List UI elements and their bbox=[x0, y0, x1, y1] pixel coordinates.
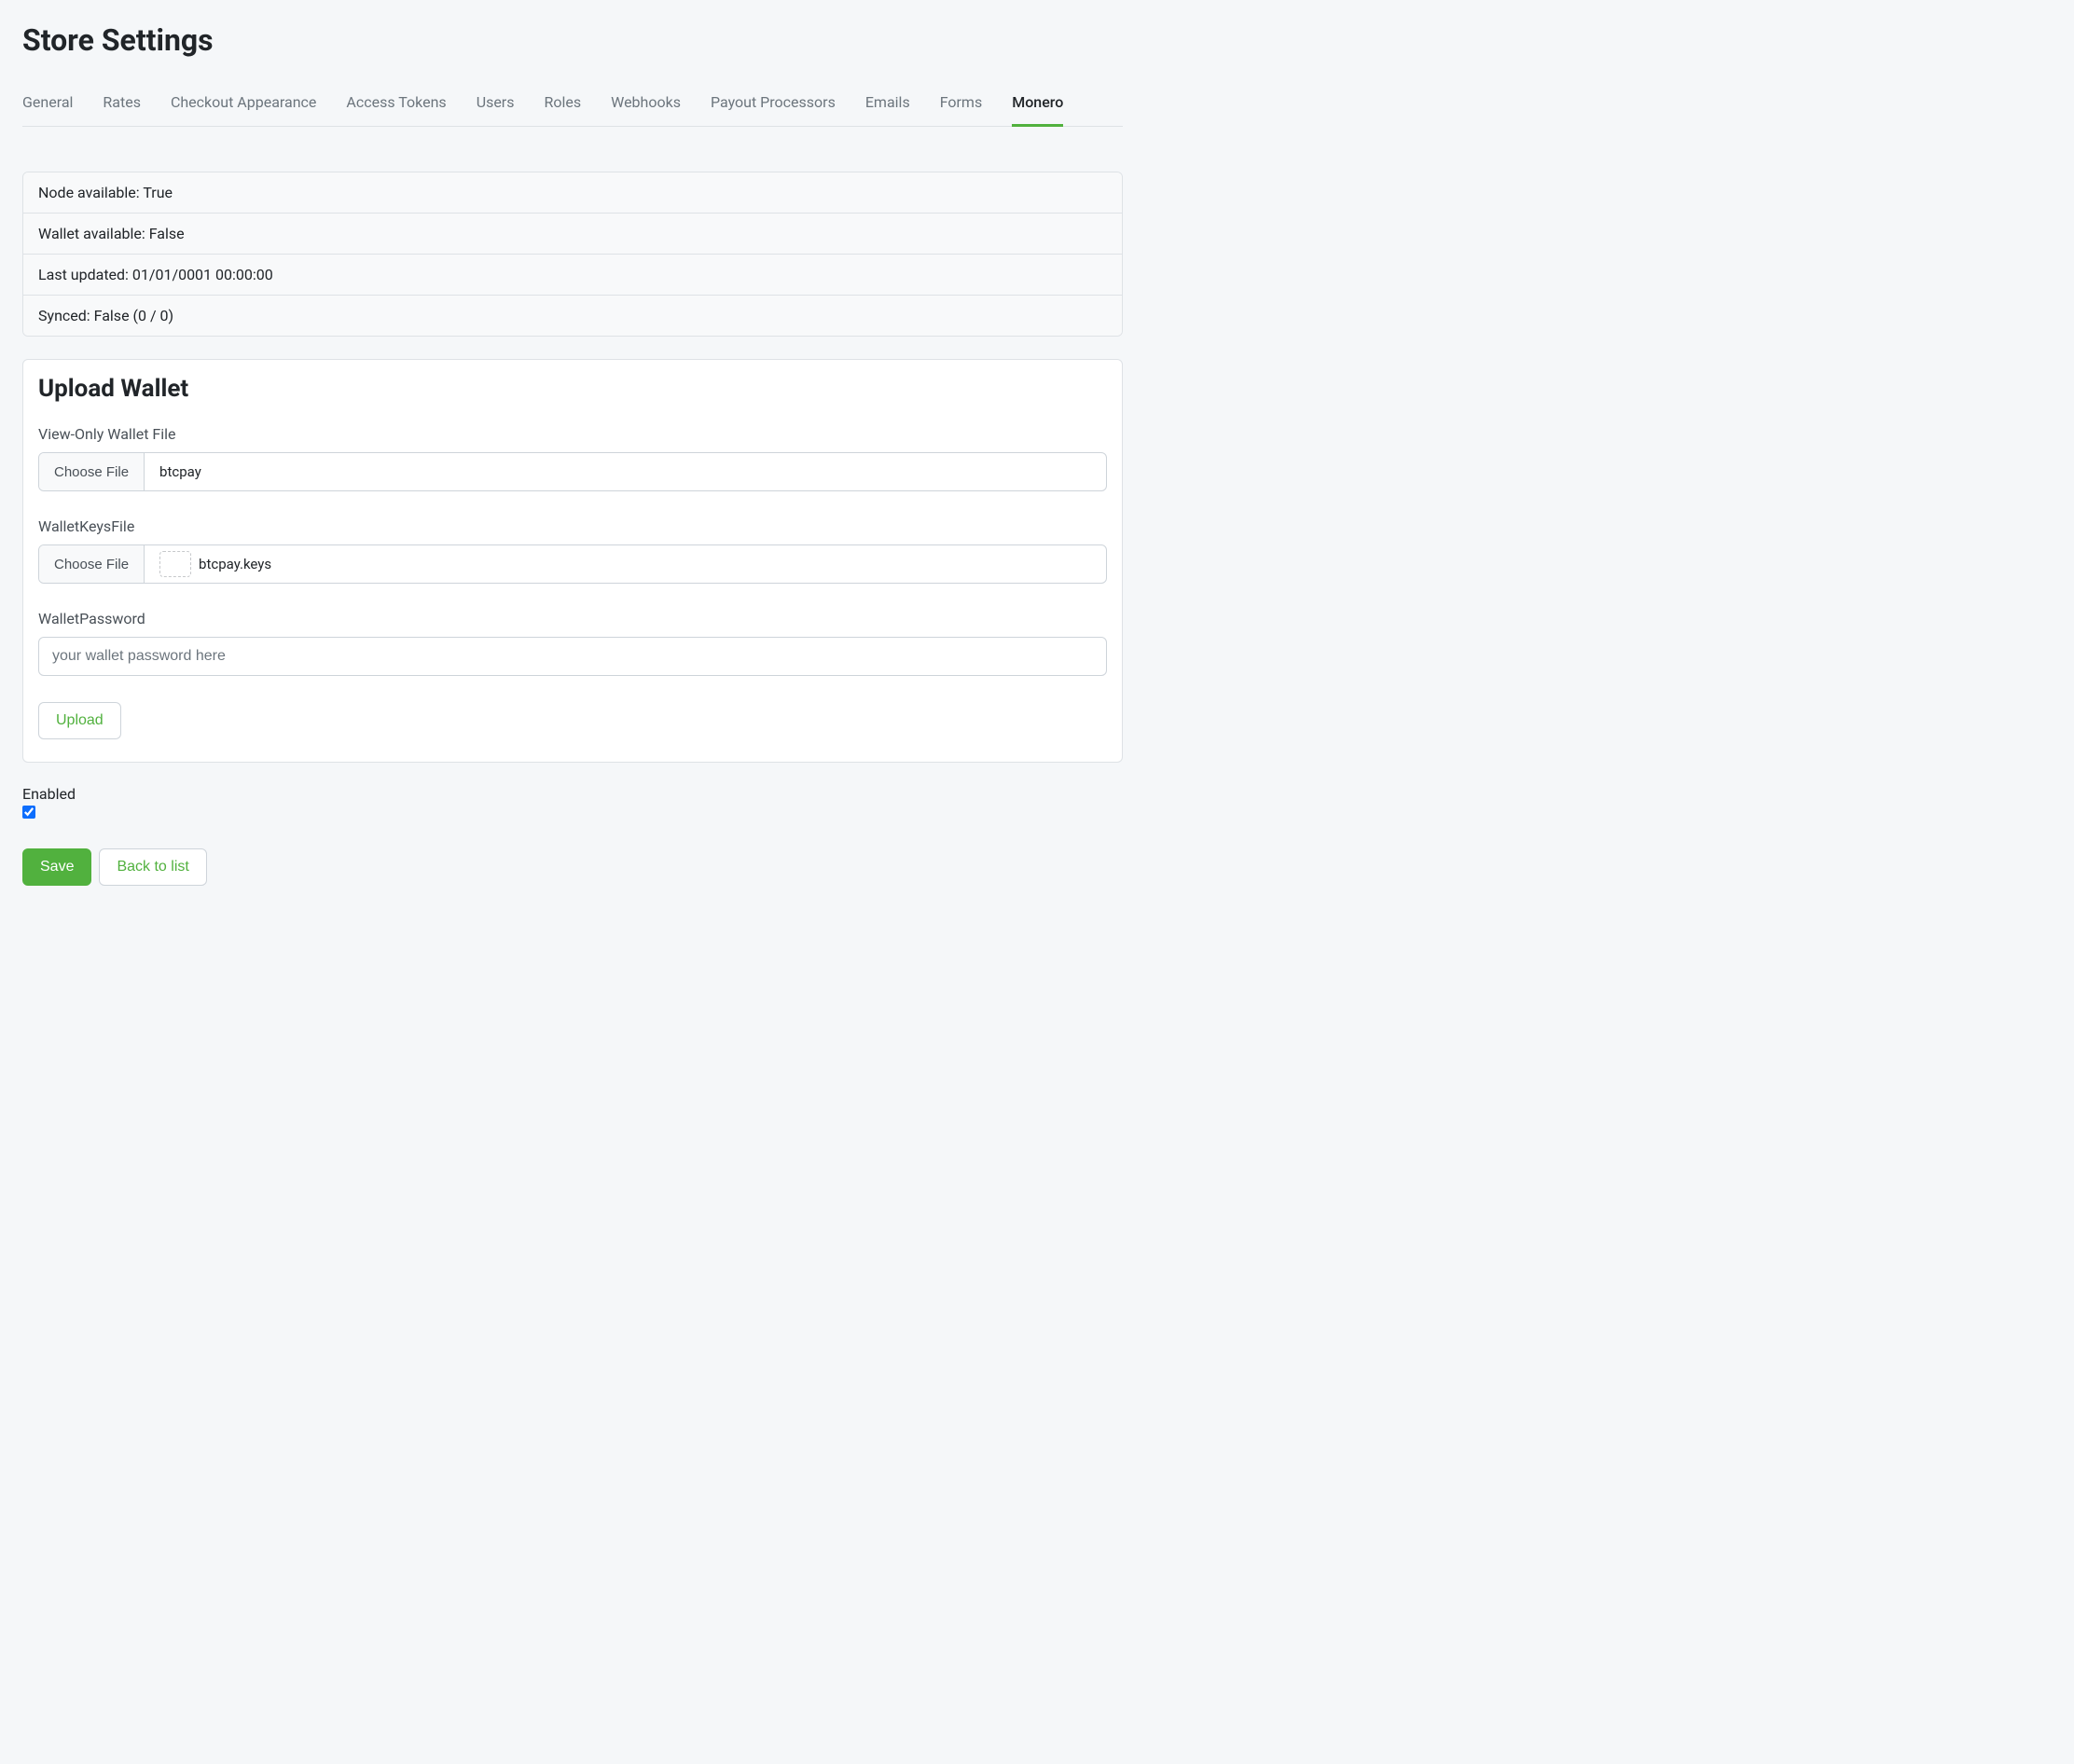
choose-file-button-keys[interactable]: Choose File bbox=[39, 545, 145, 583]
tab-rates[interactable]: Rates bbox=[103, 84, 141, 127]
file-name-text: btcpay.keys bbox=[199, 556, 271, 572]
file-name-text: btcpay bbox=[159, 463, 201, 480]
upload-button[interactable]: Upload bbox=[38, 702, 121, 739]
view-only-wallet-label: View-Only Wallet File bbox=[38, 425, 1107, 443]
back-to-list-button[interactable]: Back to list bbox=[99, 848, 206, 886]
status-node-available: Node available: True bbox=[23, 172, 1122, 214]
wallet-keys-file-input[interactable]: Choose File btcpay.keys bbox=[38, 544, 1107, 584]
actions-row: Save Back to list bbox=[22, 848, 1123, 886]
tab-emails[interactable]: Emails bbox=[865, 84, 910, 127]
enabled-checkbox[interactable] bbox=[22, 806, 35, 819]
tab-general[interactable]: General bbox=[22, 84, 73, 127]
status-last-updated: Last updated: 01/01/0001 00:00:00 bbox=[23, 255, 1122, 296]
status-list: Node available: True Wallet available: F… bbox=[22, 172, 1123, 337]
upload-wallet-heading: Upload Wallet bbox=[38, 375, 1107, 403]
wallet-keys-filename: btcpay.keys bbox=[145, 545, 1106, 583]
settings-tabs: General Rates Checkout Appearance Access… bbox=[22, 84, 1123, 127]
upload-wallet-card: Upload Wallet View-Only Wallet File Choo… bbox=[22, 359, 1123, 763]
tab-monero[interactable]: Monero bbox=[1012, 84, 1063, 127]
wallet-password-input[interactable] bbox=[38, 637, 1107, 676]
wallet-keys-file-label: WalletKeysFile bbox=[38, 517, 1107, 535]
save-button[interactable]: Save bbox=[22, 848, 91, 886]
status-wallet-available: Wallet available: False bbox=[23, 214, 1122, 255]
view-only-wallet-file-input[interactable]: Choose File btcpay bbox=[38, 452, 1107, 491]
choose-file-button-wallet[interactable]: Choose File bbox=[39, 453, 145, 490]
file-icon bbox=[159, 551, 191, 577]
wallet-password-label: WalletPassword bbox=[38, 610, 1107, 627]
status-synced: Synced: False (0 / 0) bbox=[23, 296, 1122, 336]
view-only-wallet-filename: btcpay bbox=[145, 453, 1106, 490]
enabled-label: Enabled bbox=[22, 785, 1123, 803]
tab-forms[interactable]: Forms bbox=[940, 84, 983, 127]
tab-roles[interactable]: Roles bbox=[544, 84, 581, 127]
tab-users[interactable]: Users bbox=[477, 84, 515, 127]
tab-payout-processors[interactable]: Payout Processors bbox=[711, 84, 836, 127]
tab-webhooks[interactable]: Webhooks bbox=[611, 84, 681, 127]
page-title: Store Settings bbox=[22, 22, 1123, 58]
tab-access-tokens[interactable]: Access Tokens bbox=[346, 84, 446, 127]
tab-checkout-appearance[interactable]: Checkout Appearance bbox=[171, 84, 316, 127]
enabled-block: Enabled bbox=[22, 785, 1123, 822]
